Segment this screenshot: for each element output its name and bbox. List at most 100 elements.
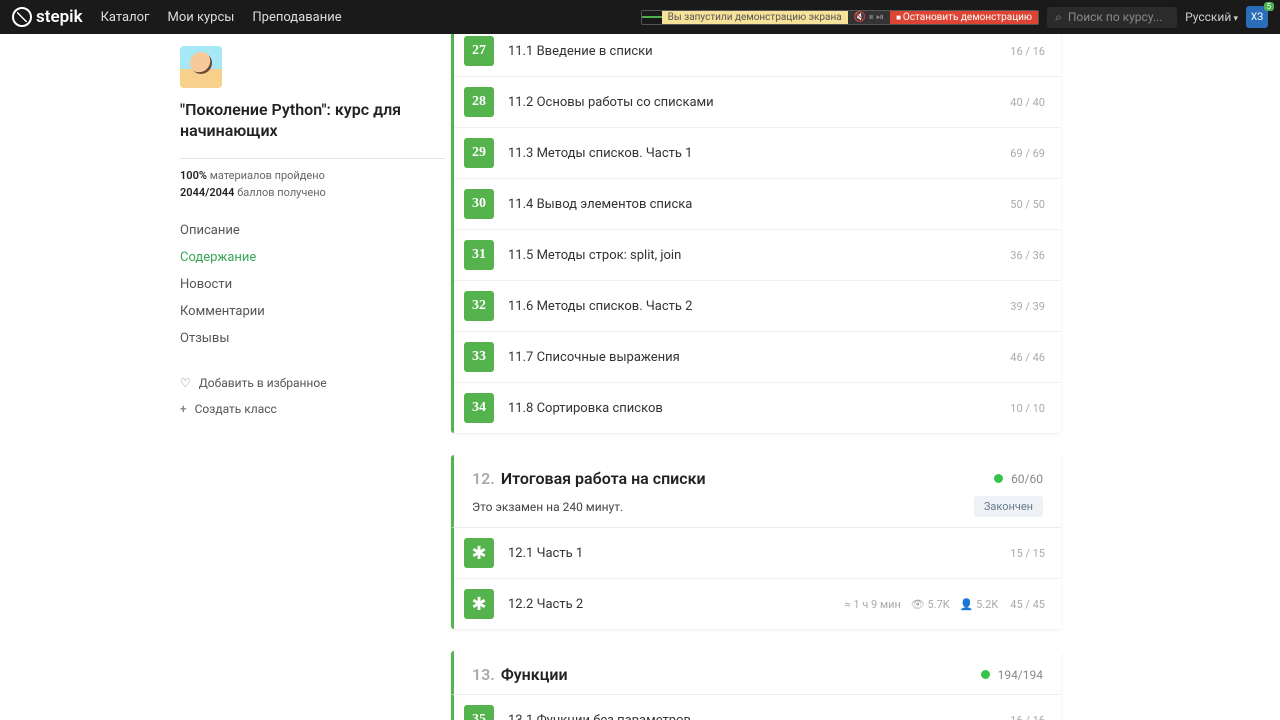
lesson-title: 11.1 Введение в списки <box>508 44 1010 59</box>
module-score: 60/60 <box>1011 472 1043 486</box>
module-13-lessons: 3513.1 Функции без параметров16 / 163613… <box>451 695 1061 720</box>
module-number: 13. <box>472 665 495 684</box>
stop-share-button[interactable]: Остановить демонстрацию <box>890 11 1038 24</box>
progress-materials-pct: 100% <box>180 169 207 182</box>
lesson-progress: 69 / 69 <box>1010 147 1045 160</box>
lesson-title: 11.4 Вывод элементов списка <box>508 197 1010 212</box>
nav-my-courses[interactable]: Мои курсы <box>168 10 235 25</box>
module-11-lessons: 27 11.1 Введение в списки16 / 16 28 11.2 Ос… <box>451 34 1061 433</box>
lesson-number-badge: 34 <box>464 393 494 423</box>
lesson-title: 12.2 Часть 2 <box>508 597 844 612</box>
lesson-row[interactable]: 27 11.1 Введение в списки16 / 16 <box>454 34 1061 76</box>
topbar: stepik Каталог Мои курсы Преподавание Вы… <box>0 0 1280 34</box>
lesson-number-badge: 28 <box>464 87 494 117</box>
lesson-title: 11.8 Сортировка списков <box>508 401 1010 416</box>
lesson-number-badge: 27 <box>464 36 494 66</box>
module-12-lessons: ✱12.1 Часть 115 / 15 ✱ 12.2 Часть 2≈ 1 ч 9… <box>451 528 1061 629</box>
lesson-row[interactable]: ✱ 12.2 Часть 2≈ 1 ч 9 мин 👁 5.7K 👤 5.2K 45 /… <box>454 578 1061 629</box>
brand-name: stepik <box>36 7 83 27</box>
sidebar-actions: Добавить в избранное Создать класс <box>180 370 445 422</box>
lesson-title: 11.5 Методы строк: split, join <box>508 248 1010 263</box>
module-12-header[interactable]: 12. Итоговая работа на списки 60/60 Это … <box>451 455 1061 528</box>
star-icon: ✱ <box>464 589 494 619</box>
sidebar: "Поколение Python": курс для начинающих … <box>180 34 445 720</box>
module-score: 194/194 <box>998 668 1043 682</box>
avatar[interactable]: ХЗ 5 <box>1246 6 1268 28</box>
lesson-row[interactable]: ✱12.1 Часть 115 / 15 <box>454 528 1061 578</box>
sidebar-item-reviews[interactable]: Отзывы <box>180 325 445 352</box>
lesson-progress: 45 / 45 <box>1010 598 1045 611</box>
lesson-number-badge: 31 <box>464 240 494 270</box>
logo-icon <box>12 7 32 27</box>
progress-materials: 100% материалов пройдено <box>180 169 445 182</box>
lesson-number-badge: 29 <box>464 138 494 168</box>
add-favorite-label: Добавить в избранное <box>199 376 327 390</box>
progress-points: 2044/2044 баллов получено <box>180 186 445 199</box>
module-13-header[interactable]: 13. Функции 194/194 <box>451 651 1061 695</box>
lesson-row[interactable]: 3311.7 Списочные выражения46 / 46 <box>454 331 1061 382</box>
status-dot-icon <box>981 670 990 679</box>
learners-icon: 👤 5.2K <box>960 598 999 611</box>
create-class-label: Создать класс <box>195 402 277 416</box>
exam-note: Это экзамен на 240 минут. <box>472 500 974 514</box>
eye-icon: 👁 5.7K <box>911 598 950 611</box>
sidebar-item-description[interactable]: Описание <box>180 217 445 244</box>
search-placeholder: Поиск по курсу... <box>1068 10 1163 24</box>
add-favorite-button[interactable]: Добавить в избранное <box>180 370 445 396</box>
lesson-progress: 16 / 16 <box>1010 45 1045 58</box>
divider <box>180 158 445 159</box>
lesson-progress: 50 / 50 <box>1010 198 1045 211</box>
lesson-progress: 39 / 39 <box>1010 300 1045 313</box>
lesson-title: 12.1 Часть 1 <box>508 546 1010 561</box>
sidebar-nav: Описание Содержание Новости Комментарии … <box>180 217 445 352</box>
lesson-number-badge: 32 <box>464 291 494 321</box>
sidebar-item-comments[interactable]: Комментарии <box>180 298 445 325</box>
lesson-progress: 46 / 46 <box>1010 351 1045 364</box>
progress-points-value: 2044/2044 <box>180 186 234 199</box>
lesson-meta: ≈ 1 ч 9 мин 👁 5.7K 👤 5.2K <box>844 598 998 611</box>
heart-icon <box>180 376 191 390</box>
nav-teaching[interactable]: Преподавание <box>252 10 341 25</box>
lesson-row[interactable]: 34 11.8 Сортировка списков10 / 10 <box>454 382 1061 433</box>
lesson-row[interactable]: 30 11.4 Вывод элементов списка50 / 50 <box>454 178 1061 229</box>
status-badge: Закончен <box>974 496 1043 517</box>
language-selector[interactable]: Русский <box>1185 10 1238 24</box>
lesson-progress: 10 / 10 <box>1010 402 1045 415</box>
progress-points-label: баллов получено <box>237 186 326 199</box>
share-running-label: Вы запустили демонстрацию экрана <box>662 11 848 24</box>
lesson-progress: 36 / 36 <box>1010 249 1045 262</box>
create-class-button[interactable]: Создать класс <box>180 396 445 422</box>
module-title: Итоговая работа на списки <box>501 469 994 488</box>
lesson-row[interactable]: 3513.1 Функции без параметров16 / 16 <box>454 695 1061 720</box>
lesson-row[interactable]: 29 11.3 Методы списков. Часть 169 / 69 <box>454 127 1061 178</box>
lesson-number-badge: 33 <box>464 342 494 372</box>
lesson-title: 11.2 Основы работы со списками <box>508 95 1010 110</box>
lesson-row[interactable]: 31 11.5 Методы строк: split, join36 / 36 <box>454 229 1061 280</box>
notification-badge: 5 <box>1264 2 1275 11</box>
share-active-icon <box>642 16 662 18</box>
lesson-title: 11.3 Методы списков. Часть 1 <box>508 146 1010 161</box>
course-title: "Поколение Python": курс для начинающих <box>180 100 445 142</box>
share-controls-icon[interactable]: 🔇 ⏸ ⏯ <box>848 11 890 24</box>
screen-share-bar: Вы запустили демонстрацию экрана 🔇 ⏸ ⏯ О… <box>641 10 1039 25</box>
search-icon: ⌕ <box>1055 10 1062 25</box>
main-content: 2711.1 Введение в списки16 / 162811.2 Ос… <box>445 34 1280 720</box>
lesson-number-badge: 35 <box>464 705 494 720</box>
nav-catalog[interactable]: Каталог <box>101 10 150 25</box>
lesson-title: 11.6 Методы списков. Часть 2 <box>508 299 1010 314</box>
sidebar-item-contents[interactable]: Содержание <box>180 244 445 271</box>
status-dot-icon <box>994 474 1003 483</box>
lesson-row[interactable]: 28 11.2 Основы работы со списками40 / 40 <box>454 76 1061 127</box>
plus-icon <box>180 402 187 416</box>
clock-icon: ≈ 1 ч 9 мин <box>844 598 900 611</box>
lesson-progress: 16 / 16 <box>1010 714 1045 720</box>
logo[interactable]: stepik <box>12 7 83 27</box>
course-thumbnail[interactable] <box>180 46 222 88</box>
lesson-row[interactable]: 32 11.6 Методы списков. Часть 239 / 39 <box>454 280 1061 331</box>
lesson-number-badge: 30 <box>464 189 494 219</box>
avatar-initials: ХЗ <box>1251 12 1263 23</box>
sidebar-item-news[interactable]: Новости <box>180 271 445 298</box>
search-input[interactable]: ⌕ Поиск по курсу... <box>1047 7 1177 28</box>
lesson-progress: 40 / 40 <box>1010 96 1045 109</box>
progress-materials-label: материалов пройдено <box>210 169 325 182</box>
